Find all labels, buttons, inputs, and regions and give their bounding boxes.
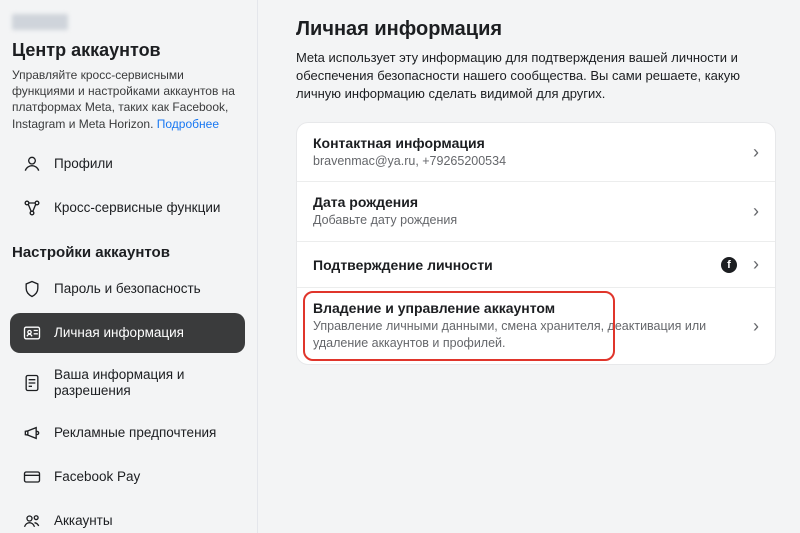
nav-item-profiles[interactable]: Профили	[10, 144, 245, 184]
sidebar-settings-nav: Пароль и безопасность Личная информация …	[10, 269, 245, 533]
network-icon	[22, 198, 42, 218]
row-contact-info[interactable]: Контактная информация bravenmac@ya.ru, +…	[297, 123, 775, 183]
page-title: Личная информация	[296, 18, 776, 41]
nav-item-label: Рекламные предпочтения	[54, 425, 216, 441]
sidebar-section-label: Настройки аккаунтов	[12, 244, 245, 261]
shield-icon	[22, 279, 42, 299]
nav-item-label: Кросс-сервисные функции	[54, 200, 220, 216]
row-subtitle: Управление личными данными, смена хранит…	[313, 318, 745, 352]
row-subtitle: bravenmac@ya.ru, +79265200534	[313, 153, 745, 170]
nav-item-ad-prefs[interactable]: Рекламные предпочтения	[10, 413, 245, 453]
nav-item-label: Facebook Pay	[54, 469, 140, 485]
nav-item-your-info[interactable]: Ваша информация и разрешения	[10, 357, 245, 409]
sidebar-description: Управляйте кросс-сервисными функциями и …	[12, 67, 245, 132]
row-title: Подтверждение личности	[313, 257, 721, 273]
nav-item-cross-service[interactable]: Кросс-сервисные функции	[10, 188, 245, 228]
id-card-icon	[22, 323, 42, 343]
settings-card: Контактная информация bravenmac@ya.ru, +…	[296, 122, 776, 366]
chevron-right-icon: ›	[753, 201, 759, 222]
nav-item-accounts[interactable]: Аккаунты	[10, 501, 245, 533]
row-subtitle: Добавьте дату рождения	[313, 212, 745, 229]
credit-card-icon	[22, 467, 42, 487]
row-identity-confirmation[interactable]: Подтверждение личности f ›	[297, 242, 775, 288]
nav-item-facebook-pay[interactable]: Facebook Pay	[10, 457, 245, 497]
megaphone-icon	[22, 423, 42, 443]
row-title: Контактная информация	[313, 135, 745, 151]
chevron-right-icon: ›	[753, 142, 759, 163]
page-description: Meta использует эту информацию для подтв…	[296, 49, 776, 104]
sidebar: Центр аккаунтов Управляйте кросс-сервисн…	[0, 0, 258, 533]
facebook-icon: f	[721, 257, 737, 273]
sidebar-top-nav: Профили Кросс-сервисные функции	[10, 144, 245, 228]
sidebar-title: Центр аккаунтов	[12, 40, 245, 61]
document-check-icon	[22, 373, 42, 393]
learn-more-link[interactable]: Подробнее	[157, 117, 219, 131]
main-content: Личная информация Meta использует эту ин…	[258, 0, 800, 533]
users-icon	[22, 511, 42, 531]
nav-item-label: Личная информация	[54, 325, 184, 341]
row-date-of-birth[interactable]: Дата рождения Добавьте дату рождения ›	[297, 182, 775, 242]
row-account-ownership[interactable]: Владение и управление аккаунтом Управлен…	[297, 288, 775, 364]
app-root: Центр аккаунтов Управляйте кросс-сервисн…	[0, 0, 800, 533]
brand-logo	[12, 14, 68, 30]
chevron-right-icon: ›	[753, 316, 759, 337]
user-icon	[22, 154, 42, 174]
nav-item-security[interactable]: Пароль и безопасность	[10, 269, 245, 309]
row-title: Владение и управление аккаунтом	[313, 300, 745, 316]
chevron-right-icon: ›	[753, 254, 759, 275]
nav-item-label: Пароль и безопасность	[54, 281, 201, 297]
nav-item-label: Ваша информация и разрешения	[54, 367, 233, 399]
nav-item-label: Аккаунты	[54, 513, 113, 529]
nav-item-personal-info[interactable]: Личная информация	[10, 313, 245, 353]
row-title: Дата рождения	[313, 194, 745, 210]
nav-item-label: Профили	[54, 156, 113, 172]
